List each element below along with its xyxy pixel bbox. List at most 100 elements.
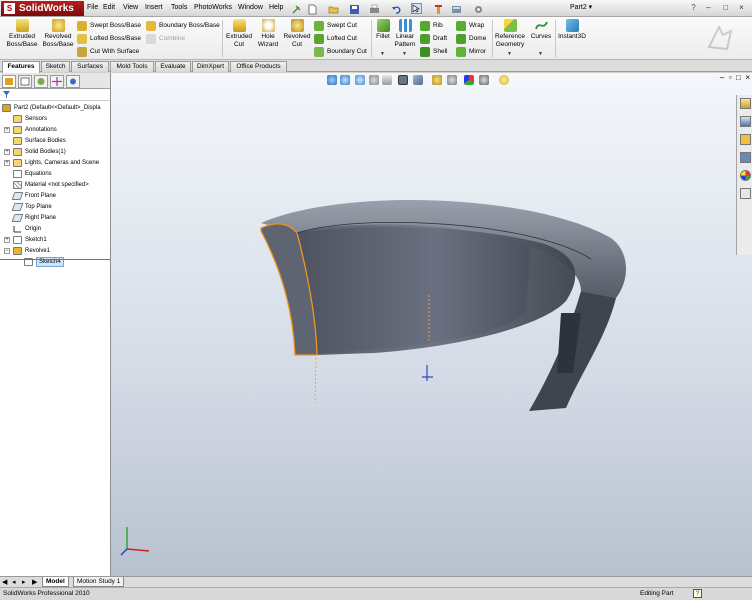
expand-icon[interactable]: + (4, 127, 10, 133)
close-button[interactable]: × (736, 2, 747, 13)
new-document-icon[interactable] (306, 3, 317, 15)
display-manager-tab[interactable] (66, 75, 80, 88)
linear-pattern-button[interactable]: Linear Pattern (393, 19, 417, 49)
options-icon[interactable] (450, 3, 461, 14)
cut-with-surface-button[interactable]: Cut With Surface (77, 46, 139, 57)
revolved-cut-button[interactable]: Revolved Cut (282, 19, 312, 49)
tab-dimxpert[interactable]: DimXpert (192, 61, 229, 72)
extruded-boss-button[interactable]: Extruded Boss/Base (5, 19, 39, 49)
tab-mold-tools[interactable]: Mold Tools (110, 61, 154, 72)
document-title[interactable]: Part2 ▾ (570, 3, 592, 11)
gear-icon[interactable] (472, 3, 483, 14)
annotation-icon (13, 126, 22, 134)
menu-edit[interactable]: Edit (103, 3, 115, 13)
combine-button[interactable]: Combine (146, 33, 185, 44)
shell-button[interactable]: Shell (420, 46, 447, 57)
menu-file[interactable]: File (87, 3, 98, 13)
swept-boss-button[interactable]: Swept Boss/Base (77, 20, 141, 31)
rebuild-icon[interactable] (432, 3, 443, 14)
ribbon-divider (371, 20, 372, 57)
editing-mode-status: Editing Part (640, 590, 674, 597)
scroll-next-icon[interactable]: ▸ (22, 578, 26, 586)
lofted-boss-button[interactable]: Lofted Boss/Base (77, 33, 141, 44)
origin-icon (13, 225, 22, 233)
configuration-manager-tab[interactable] (34, 75, 48, 88)
curves-button[interactable]: Curves (528, 19, 554, 41)
revolved-boss-button[interactable]: Revolved Boss/Base (41, 19, 75, 49)
tab-features[interactable]: Features (2, 61, 40, 73)
bottom-tabs: ◀ ◂ ▸ ▶ Model Motion Study 1 (0, 576, 752, 587)
boundary-cut-button[interactable]: Boundary Cut (314, 46, 367, 57)
fillet-button[interactable]: Fillet (373, 19, 393, 41)
menu-photoworks[interactable]: PhotoWorks (194, 3, 232, 13)
expand-icon[interactable]: + (4, 160, 10, 166)
ribbon-divider (555, 20, 556, 57)
menu-help[interactable]: Help (269, 3, 283, 13)
dimxpert-manager-tab[interactable] (50, 75, 64, 88)
menu-view[interactable]: View (123, 3, 138, 13)
solid-bodies-icon (13, 148, 22, 156)
collapse-icon[interactable]: − (4, 248, 10, 254)
tab-sketch[interactable]: Sketch (41, 61, 70, 72)
rib-button[interactable]: Rib (420, 20, 443, 31)
menu-tools[interactable]: Tools (171, 3, 187, 13)
lofted-cut-button[interactable]: Lofted Cut (314, 33, 357, 44)
reference-dropdown-icon[interactable]: ▼ (507, 51, 512, 57)
plane-icon (11, 203, 24, 211)
instant3d-button[interactable]: Instant3D (557, 19, 587, 41)
feature-manager-tabs (0, 73, 110, 89)
combine-icon (146, 34, 156, 44)
fillet-dropdown-icon[interactable]: ▼ (380, 51, 385, 57)
model-revolve1-icon[interactable] (111, 73, 752, 576)
expand-icon[interactable]: + (4, 237, 10, 243)
expand-icon[interactable]: + (4, 149, 10, 155)
scroll-left-icon[interactable]: ◀ (2, 578, 7, 586)
save-icon[interactable] (348, 3, 359, 14)
hole-wizard-button[interactable]: Hole Wizard (255, 19, 281, 49)
title-menu-bar: SolidWorks File Edit View Insert Tools P… (0, 0, 752, 17)
solidworks-logo[interactable]: SolidWorks (1, 1, 84, 16)
extrude-boss-icon (15, 19, 29, 32)
ribbon-divider (222, 20, 223, 57)
tab-motion-study-1[interactable]: Motion Study 1 (73, 577, 125, 587)
reference-geometry-button[interactable]: Reference Geometry (494, 19, 526, 49)
wrap-button[interactable]: Wrap (456, 20, 484, 31)
tab-surfaces[interactable]: Surfaces (71, 61, 109, 72)
tab-office-products[interactable]: Office Products (230, 61, 287, 72)
help-status-icon[interactable]: ? (693, 589, 702, 598)
mirror-button[interactable]: Mirror (456, 46, 486, 57)
command-tabs: Features Sketch Surfaces Mold Tools Eval… (0, 60, 752, 73)
swept-cut-icon (314, 21, 324, 31)
swept-cut-button[interactable]: Swept Cut (314, 20, 357, 31)
undo-icon[interactable] (390, 3, 401, 14)
filter-icon[interactable] (2, 90, 11, 99)
feature-filter[interactable] (0, 89, 110, 101)
scroll-right-icon[interactable]: ▶ (32, 578, 37, 586)
shell-icon (420, 47, 430, 57)
open-folder-icon[interactable] (327, 3, 339, 14)
tab-model[interactable]: Model (42, 577, 69, 587)
curves-dropdown-icon[interactable]: ▼ (538, 51, 543, 57)
pattern-dropdown-icon[interactable]: ▼ (402, 51, 407, 57)
boundary-boss-button[interactable]: Boundary Boss/Base (146, 20, 220, 31)
draft-button[interactable]: Draft (420, 33, 447, 44)
part-icon (2, 104, 11, 112)
select-pointer-icon[interactable] (411, 3, 422, 14)
maximize-button[interactable]: □ (720, 2, 731, 13)
pushpin-icon[interactable] (290, 3, 301, 14)
minimize-button[interactable]: – (703, 2, 714, 13)
rollback-bar[interactable] (0, 259, 110, 260)
menu-insert[interactable]: Insert (145, 3, 163, 13)
dome-button[interactable]: Dome (456, 33, 486, 44)
scroll-first-icon[interactable]: ◂ (12, 578, 16, 586)
graphics-viewport[interactable]: – ▫ □ × (111, 73, 752, 576)
print-icon[interactable] (368, 3, 379, 14)
tab-evaluate[interactable]: Evaluate (155, 61, 191, 72)
extruded-cut-button[interactable]: Extruded Cut (224, 19, 254, 49)
boundary-boss-icon (146, 21, 156, 31)
coordinate-triad-icon (120, 527, 150, 556)
menu-window[interactable]: Window (238, 3, 263, 13)
property-manager-tab[interactable] (18, 75, 32, 88)
help-icon[interactable]: ? (688, 2, 699, 13)
feature-tree-tab[interactable] (2, 75, 16, 88)
